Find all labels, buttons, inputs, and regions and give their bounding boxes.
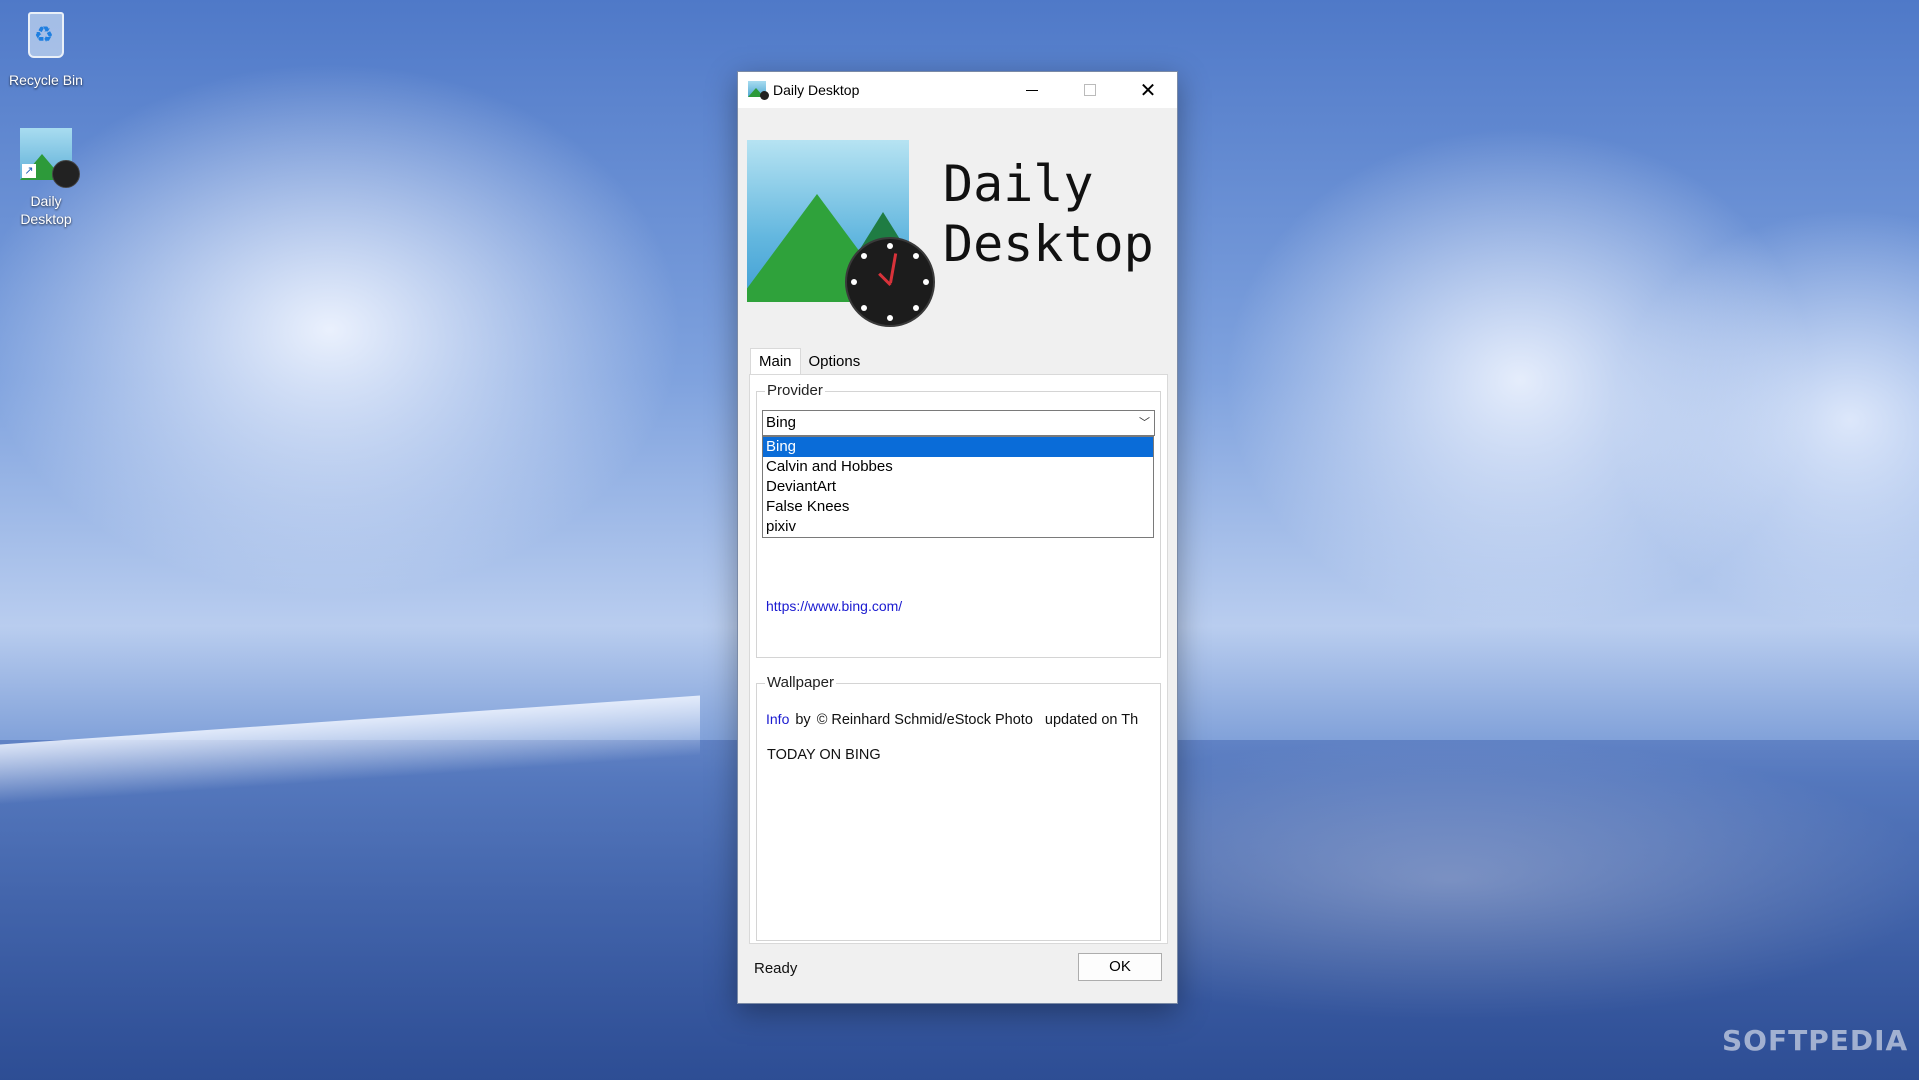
window-title: Daily Desktop	[773, 82, 860, 98]
chevron-down-icon: ﹀	[1139, 417, 1150, 429]
wallpaper-group: Wallpaper Info by © Reinhard Schmid/eStock…	[756, 674, 1161, 941]
close-button[interactable]: ✕	[1119, 72, 1177, 108]
provider-option-deviantart[interactable]: DeviantArt	[763, 477, 1153, 497]
wallpaper-updated: updated on Th	[1044, 712, 1139, 728]
daily-desktop-shortcut-icon: ↗	[20, 128, 80, 188]
provider-group: Provider Bing ﹀ Bing Calvin and Hobbes D…	[756, 382, 1161, 658]
app-icon	[748, 81, 769, 100]
wallpaper-info-line: Info by © Reinhard Schmid/eStock Photo upda…	[766, 711, 1158, 728]
daily-desktop-shortcut[interactable]: ↗ Daily Desktop	[1, 128, 91, 228]
provider-combobox[interactable]: Bing ﹀	[762, 410, 1155, 436]
wallpaper-author: © Reinhard Schmid/eStock Photo	[816, 712, 1033, 728]
recycle-bin-desktop-icon[interactable]: Recycle Bin	[1, 8, 91, 88]
title-bar[interactable]: Daily Desktop ✕	[738, 72, 1177, 108]
shortcut-arrow-icon: ↗	[22, 164, 36, 178]
clock-icon	[845, 237, 935, 327]
wallpaper-info-link[interactable]: Info	[766, 711, 789, 727]
recycle-bin-icon	[28, 12, 64, 58]
app-banner: Daily Desktop	[747, 140, 1167, 330]
wallpaper-description: TODAY ON BING	[767, 747, 881, 763]
tab-options[interactable]: Options	[801, 349, 869, 374]
status-text: Ready	[754, 960, 798, 977]
app-brand-title: Daily Desktop	[943, 155, 1154, 273]
provider-dropdown-list: Bing Calvin and Hobbes DeviantArt False …	[762, 436, 1154, 538]
provider-option-false-knees[interactable]: False Knees	[763, 497, 1153, 517]
provider-url-link[interactable]: https://www.bing.com/	[766, 598, 902, 614]
provider-option-calvin-and-hobbes[interactable]: Calvin and Hobbes	[763, 457, 1153, 477]
watermark: SOFTPEDIA	[1722, 1024, 1909, 1057]
wallpaper-legend: Wallpaper	[765, 674, 836, 691]
main-tab-panel: Provider Bing ﹀ Bing Calvin and Hobbes D…	[749, 374, 1168, 944]
provider-selected-value: Bing	[766, 414, 797, 431]
tab-strip: Main Options	[750, 348, 869, 379]
maximize-button[interactable]	[1061, 72, 1119, 108]
provider-legend: Provider	[765, 382, 825, 399]
recycle-bin-label: Recycle Bin	[9, 72, 83, 88]
close-icon: ✕	[1139, 79, 1157, 102]
daily-desktop-shortcut-label: Daily Desktop	[20, 193, 72, 227]
ok-button[interactable]: OK	[1078, 953, 1162, 981]
provider-option-pixiv[interactable]: pixiv	[763, 517, 1153, 537]
minimize-button[interactable]	[1003, 72, 1061, 108]
provider-option-bing[interactable]: Bing	[763, 437, 1153, 457]
daily-desktop-window: Daily Desktop ✕ Daily Desktop Main Option…	[737, 71, 1178, 1004]
wallpaper-by-label: by	[795, 712, 811, 728]
